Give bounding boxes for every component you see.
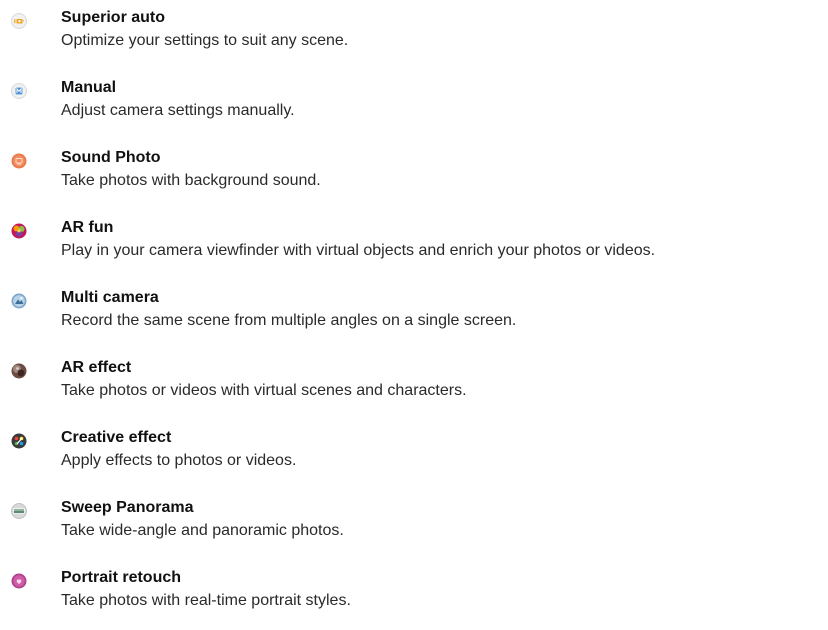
ar-effect-icon: [11, 363, 27, 379]
multi-camera-icon: [11, 293, 27, 309]
mode-item-multi-camera[interactable]: Multi camera Record the same scene from …: [0, 289, 828, 350]
mode-item-superior-auto[interactable]: Superior auto Optimize your settings to …: [0, 9, 828, 70]
mode-item-ar-fun[interactable]: AR fun Play in your camera viewfinder wi…: [0, 219, 828, 280]
mode-item-portrait-retouch[interactable]: Portrait retouch Take photos with real-t…: [0, 569, 828, 630]
mode-description: Adjust camera settings manually.: [61, 102, 295, 119]
mode-description: Take photos with real-time portrait styl…: [61, 592, 351, 609]
ar-fun-icon: [11, 223, 27, 239]
creative-effect-icon: [11, 433, 27, 449]
portrait-retouch-icon: [11, 573, 27, 589]
sound-photo-icon: [11, 153, 27, 169]
superior-auto-icon: [11, 13, 27, 29]
mode-description: Play in your camera viewfinder with virt…: [61, 242, 656, 259]
mode-title: Creative effect: [61, 429, 172, 446]
mode-title: AR fun: [61, 219, 114, 236]
mode-title: Superior auto: [61, 9, 166, 26]
sweep-panorama-icon: [11, 503, 27, 519]
camera-mode-list: Superior auto Optimize your settings to …: [0, 0, 828, 612]
mode-description: Record the same scene from multiple angl…: [61, 312, 517, 329]
manual-m-icon: [11, 83, 27, 99]
mode-item-manual[interactable]: Manual Adjust camera settings manually.: [0, 79, 828, 140]
mode-description: Take wide-angle and panoramic photos.: [61, 522, 344, 539]
mode-title: Multi camera: [61, 289, 159, 306]
mode-item-sweep-panorama[interactable]: Sweep Panorama Take wide-angle and panor…: [0, 499, 828, 560]
mode-description: Take photos with background sound.: [61, 172, 321, 189]
mode-description: Optimize your settings to suit any scene…: [61, 32, 349, 49]
mode-item-ar-effect[interactable]: AR effect Take photos or videos with vir…: [0, 359, 828, 420]
mode-description: Take photos or videos with virtual scene…: [61, 382, 467, 399]
mode-title: Manual: [61, 79, 117, 96]
mode-title: AR effect: [61, 359, 132, 376]
mode-item-creative-effect[interactable]: Creative effect Apply effects to photos …: [0, 429, 828, 490]
mode-title: Portrait retouch: [61, 569, 182, 586]
mode-item-sound-photo[interactable]: Sound Photo Take photos with background …: [0, 149, 828, 210]
mode-title: Sound Photo: [61, 149, 161, 166]
mode-description: Apply effects to photos or videos.: [61, 452, 297, 469]
mode-title: Sweep Panorama: [61, 499, 194, 516]
